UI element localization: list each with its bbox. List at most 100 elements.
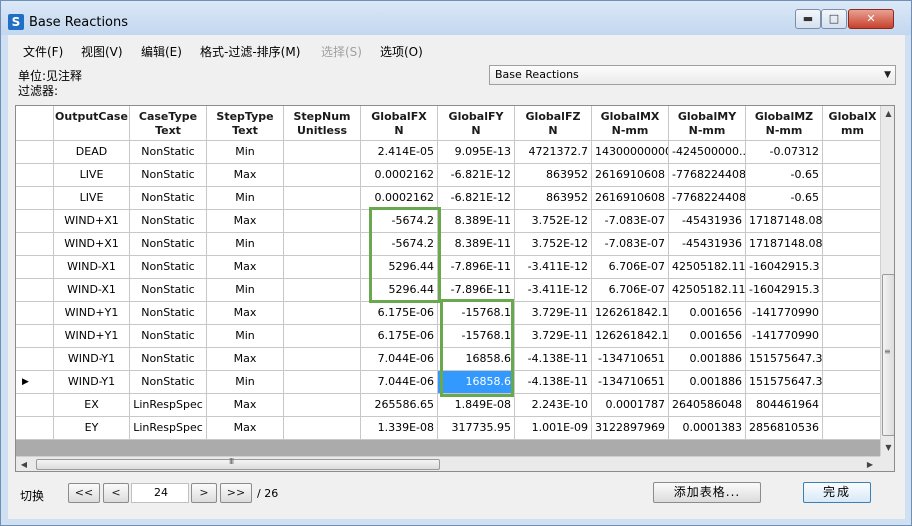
column-header-stepnum[interactable]: StepNum Unitless — [284, 106, 361, 141]
table-cell-globalfz[interactable]: -3.411E-12 — [515, 279, 592, 302]
row-header[interactable] — [16, 302, 54, 325]
done-button[interactable]: 完成 — [803, 482, 871, 503]
table-cell-globalfx[interactable]: 0.0002162 — [361, 187, 438, 210]
table-cell-globalx[interactable] — [823, 417, 883, 440]
table-cell-steptype[interactable]: Max — [207, 164, 284, 187]
column-header-globalx[interactable]: GlobalX mm — [823, 106, 883, 141]
title-bar[interactable]: S Base Reactions ▬ □ ✕ — [1, 1, 911, 35]
table-cell-globalfx[interactable]: -5674.2 — [361, 210, 438, 233]
row-header[interactable] — [16, 164, 54, 187]
table-cell-stepnum[interactable] — [284, 141, 361, 164]
table-cell-globalfz[interactable]: -3.411E-12 — [515, 256, 592, 279]
close-button[interactable]: ✕ — [848, 9, 894, 29]
table-cell-globalmy[interactable]: 0.001656 — [669, 302, 746, 325]
scroll-right-icon[interactable]: ▶ — [862, 457, 878, 471]
table-cell-steptype[interactable]: Min — [207, 279, 284, 302]
table-cell-globalfz[interactable]: 3.729E-11 — [515, 325, 592, 348]
table-cell-globalmx[interactable]: 6.706E-07 — [592, 279, 669, 302]
table-cell-outputcase[interactable]: WIND+Y1 — [54, 325, 130, 348]
column-header-casetype[interactable]: CaseType Text — [130, 106, 207, 141]
table-cell-globalmx[interactable]: 2616910608 — [592, 187, 669, 210]
table-cell-globalmy[interactable]: 2640586048 — [669, 394, 746, 417]
table-cell-globalmy[interactable]: -45431936 — [669, 233, 746, 256]
table-cell-steptype[interactable]: Max — [207, 417, 284, 440]
table-cell-globalfy[interactable]: 8.389E-11 — [438, 210, 515, 233]
row-header[interactable] — [16, 394, 54, 417]
column-header-globalmy[interactable]: GlobalMY N-mm — [669, 106, 746, 141]
row-header[interactable] — [16, 348, 54, 371]
table-cell-globalmx[interactable]: 126261842.1 — [592, 325, 669, 348]
prev-page-button[interactable]: < — [103, 483, 129, 503]
table-cell-steptype[interactable]: Max — [207, 302, 284, 325]
table-cell-globalfy[interactable]: -6.821E-12 — [438, 164, 515, 187]
table-cell-outputcase[interactable]: DEAD — [54, 141, 130, 164]
table-cell-outputcase[interactable]: LIVE — [54, 187, 130, 210]
table-cell-casetype[interactable]: NonStatic — [130, 371, 207, 394]
row-header[interactable] — [16, 187, 54, 210]
column-header-globalmx[interactable]: GlobalMX N-mm — [592, 106, 669, 141]
table-cell-stepnum[interactable] — [284, 164, 361, 187]
table-cell-globalmx[interactable]: 14300000000 — [592, 141, 669, 164]
table-cell-globalfx[interactable]: 0.0002162 — [361, 164, 438, 187]
table-cell-steptype[interactable]: Max — [207, 394, 284, 417]
table-cell-steptype[interactable]: Min — [207, 187, 284, 210]
table-cell-steptype[interactable]: Min — [207, 233, 284, 256]
table-cell-outputcase[interactable]: WIND+Y1 — [54, 302, 130, 325]
table-cell-stepnum[interactable] — [284, 187, 361, 210]
menu-options[interactable]: 选项(O) — [380, 43, 423, 60]
table-cell-globalfy[interactable]: -7.896E-11 — [438, 256, 515, 279]
table-cell-casetype[interactable]: LinRespSpec — [130, 394, 207, 417]
table-name-dropdown[interactable]: Base Reactions ▼ — [489, 65, 896, 85]
menu-file[interactable]: 文件(F) — [23, 43, 63, 60]
table-cell-steptype[interactable]: Max — [207, 210, 284, 233]
table-cell-globalmy[interactable]: 0.001886 — [669, 371, 746, 394]
last-page-button[interactable]: >> — [220, 483, 252, 503]
table-cell-outputcase[interactable]: EY — [54, 417, 130, 440]
table-cell-casetype[interactable]: NonStatic — [130, 210, 207, 233]
table-cell-globalmx[interactable]: 126261842.1 — [592, 302, 669, 325]
scroll-up-icon[interactable]: ▲ — [881, 106, 894, 122]
column-header-steptype[interactable]: StepType Text — [207, 106, 284, 141]
table-cell-globalfz[interactable]: 3.752E-12 — [515, 210, 592, 233]
horizontal-scrollbar[interactable]: ◀ III ▶ — [16, 456, 894, 471]
table-cell-globalmz[interactable]: -0.65 — [746, 164, 823, 187]
scroll-left-icon[interactable]: ◀ — [16, 457, 32, 471]
table-cell-outputcase[interactable]: WIND-Y1 — [54, 348, 130, 371]
table-cell-globalfy[interactable]: 8.389E-11 — [438, 233, 515, 256]
table-cell-outputcase[interactable]: WIND-Y1 — [54, 371, 130, 394]
table-cell-globalmy[interactable]: -7768224408 — [669, 187, 746, 210]
row-header[interactable] — [16, 141, 54, 164]
menu-edit[interactable]: 编辑(E) — [141, 43, 182, 60]
table-cell-stepnum[interactable] — [284, 348, 361, 371]
table-cell-stepnum[interactable] — [284, 371, 361, 394]
first-page-button[interactable]: << — [68, 483, 100, 503]
table-cell-steptype[interactable]: Min — [207, 371, 284, 394]
table-cell-globalfy[interactable]: -6.821E-12 — [438, 187, 515, 210]
table-cell-stepnum[interactable] — [284, 417, 361, 440]
table-cell-globalfz[interactable]: 1.001E-09 — [515, 417, 592, 440]
table-cell-casetype[interactable]: NonStatic — [130, 164, 207, 187]
table-cell-globalfz[interactable]: 3.729E-11 — [515, 302, 592, 325]
horizontal-scroll-thumb[interactable]: III — [36, 457, 440, 470]
table-cell-globalx[interactable] — [823, 394, 883, 417]
table-cell-globalfz[interactable]: 863952 — [515, 164, 592, 187]
table-cell-steptype[interactable]: Max — [207, 348, 284, 371]
page-number-input[interactable]: 24 — [131, 483, 189, 503]
table-cell-globalfx[interactable]: 7.044E-06 — [361, 348, 438, 371]
table-cell-stepnum[interactable] — [284, 256, 361, 279]
table-cell-globalmz[interactable]: 804461964 — [746, 394, 823, 417]
maximize-button[interactable]: □ — [821, 9, 847, 29]
table-cell-globalx[interactable] — [823, 141, 883, 164]
table-cell-outputcase[interactable]: WIND+X1 — [54, 233, 130, 256]
table-cell-globalx[interactable] — [823, 371, 883, 394]
table-cell-globalfz[interactable]: 2.243E-10 — [515, 394, 592, 417]
table-cell-globalfx[interactable]: 6.175E-06 — [361, 302, 438, 325]
table-cell-globalmz[interactable]: 151575647.3 — [746, 371, 823, 394]
table-cell-outputcase[interactable]: LIVE — [54, 164, 130, 187]
table-cell-globalfz[interactable]: 3.752E-12 — [515, 233, 592, 256]
table-cell-outputcase[interactable]: WIND+X1 — [54, 210, 130, 233]
menu-select[interactable]: 选择(S) — [321, 43, 362, 60]
table-cell-casetype[interactable]: LinRespSpec — [130, 417, 207, 440]
table-cell-globalfz[interactable]: 4721372.7 — [515, 141, 592, 164]
table-cell-globalmy[interactable]: -7768224408 — [669, 164, 746, 187]
